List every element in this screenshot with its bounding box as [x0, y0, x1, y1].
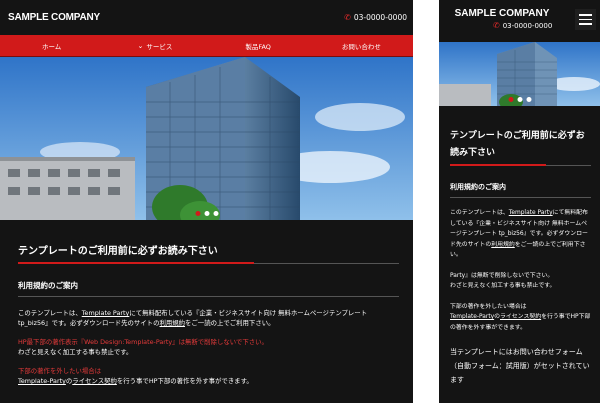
- mobile-header: SAMPLE COMPANY ✆ 03-0000-0000: [439, 0, 600, 42]
- text: このテンプレートは、: [18, 309, 82, 317]
- nav-item-service[interactable]: ⌄ サービス: [103, 41, 206, 51]
- phone-icon: ✆: [493, 21, 500, 30]
- intro-paragraph: このテンプレートは、Template Partyにて無料配布している『企業・ビジ…: [450, 208, 591, 261]
- license-link[interactable]: ライセンス契約: [72, 377, 117, 385]
- license-paragraph: Template-Partyのライセンス契約を行う事でHP下部の著作を外す事がで…: [18, 376, 399, 386]
- template-party-link[interactable]: Template Party: [82, 309, 130, 317]
- title-divider: [18, 262, 399, 264]
- section-title: テンプレートのご利用前に必ずお読み下さい: [450, 131, 585, 158]
- subtitle-divider: [18, 296, 399, 297]
- desktop-preview: SAMPLE COMPANY ✆ 03-0000-0000 ホーム ⌄ サービス…: [0, 0, 413, 403]
- title-divider: [450, 164, 591, 166]
- mobile-main-content: テンプレートのご利用前に必ずお読み下さい 利用規約のご案内 このテンプレートは、…: [439, 106, 600, 387]
- slider-dot[interactable]: [204, 211, 209, 216]
- subtitle-divider: [450, 197, 591, 198]
- slider-dot[interactable]: [213, 211, 218, 216]
- nav-item-contact[interactable]: お問い合わせ: [310, 41, 413, 51]
- notice-text: わざと見えなく加工する事も禁止です。: [450, 283, 556, 289]
- slider-dots: [508, 97, 531, 102]
- site-header: SAMPLE COMPANY ✆ 03-0000-0000: [0, 0, 413, 35]
- intro-paragraph: このテンプレートは、Template Partyにて無料配布している『企業・ビジ…: [18, 308, 399, 328]
- hero-building-image: [0, 57, 413, 220]
- phone-icon: ✆: [344, 12, 351, 22]
- chevron-down-icon: ⌄: [137, 41, 144, 50]
- nav-label: サービス: [146, 42, 173, 51]
- slider-dot[interactable]: [195, 211, 200, 216]
- license-note: 下部の著作を外したい場合は: [450, 303, 527, 310]
- hero-slideshow: [0, 57, 413, 220]
- nav-label: お問い合わせ: [341, 42, 381, 51]
- phone-number: 03-0000-0000: [353, 13, 407, 22]
- nav-item-home[interactable]: ホーム: [0, 41, 103, 51]
- template-party-link[interactable]: Template-Party: [450, 314, 494, 320]
- nav-label: ホーム: [41, 42, 62, 51]
- license-link[interactable]: ライセンス契約: [500, 314, 541, 320]
- phone-number: 03-0000-0000: [502, 22, 553, 30]
- section-subtitle: 利用規約のご案内: [450, 183, 506, 191]
- main-nav: ホーム ⌄ サービス 製品FAQ お問い合わせ: [0, 35, 413, 57]
- license-paragraph: Template-Partyのライセンス契約を行う事でHP下部の著作を外す事がで…: [450, 312, 591, 333]
- section-title: テンプレートのご利用前に必ずお読み下さい: [18, 246, 218, 257]
- terms-link[interactable]: 利用規約: [159, 319, 185, 327]
- hero-slideshow: [439, 42, 600, 106]
- slider-dot[interactable]: [508, 97, 513, 102]
- form-section-title: 当テンプレートにはお問い合わせフォーム（自動フォーム：試用版）がセットされていま…: [450, 348, 590, 384]
- license-note: 下部の著作を外したい場合は: [18, 367, 102, 375]
- slider-dots: [195, 211, 218, 216]
- main-content: テンプレートのご利用前に必ずお読み下さい 利用規約のご案内 このテンプレートは、…: [0, 220, 413, 386]
- header-phone[interactable]: ✆ 03-0000-0000: [493, 21, 553, 31]
- mobile-preview: SAMPLE COMPANY ✆ 03-0000-0000 テンプレートのご利用…: [439, 0, 600, 403]
- notice-text: わざと見えなく加工する事も禁止です。: [18, 348, 133, 356]
- template-party-link[interactable]: Template-Party: [18, 377, 66, 385]
- section-subtitle: 利用規約のご案内: [18, 281, 78, 290]
- warning-text: Party』は無断で削除しないで下さい。: [450, 272, 554, 279]
- header-phone[interactable]: ✆ 03-0000-0000: [344, 13, 407, 22]
- template-party-link[interactable]: Template Party: [509, 210, 553, 216]
- site-logo[interactable]: SAMPLE COMPANY: [439, 8, 565, 19]
- hamburger-menu-icon[interactable]: [575, 9, 596, 30]
- nav-label: 製品FAQ: [245, 42, 271, 51]
- text: を行う事でHP下部の著作を外す事ができます。: [116, 377, 253, 385]
- text: をご一読の上でご利用下さい。: [185, 319, 275, 327]
- slider-dot[interactable]: [517, 97, 522, 102]
- slider-dot[interactable]: [526, 97, 531, 102]
- site-logo[interactable]: SAMPLE COMPANY: [8, 12, 100, 23]
- terms-link[interactable]: 利用規約: [491, 242, 515, 248]
- warning-text: HP最下部の著作表示『Web Design:Template-Party』は無断…: [18, 338, 268, 346]
- text: このテンプレートは、: [450, 210, 509, 216]
- nav-item-faq[interactable]: 製品FAQ: [207, 41, 310, 51]
